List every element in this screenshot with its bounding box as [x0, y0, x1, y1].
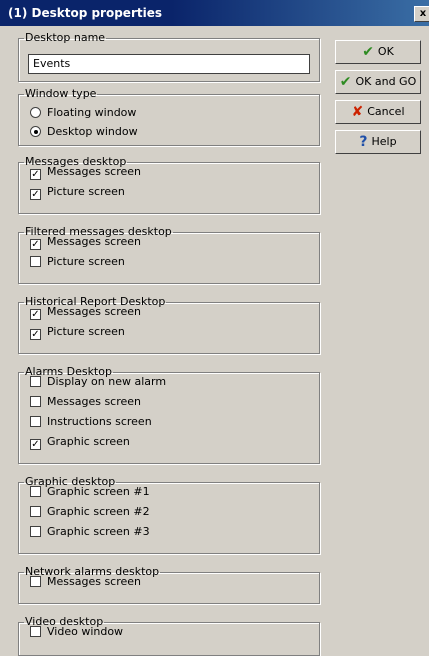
checkbox-label: Graphic screen #2 — [47, 505, 150, 518]
checkbox-label: Graphic screen #1 — [47, 485, 150, 498]
checkbox-label: Messages screen — [47, 165, 142, 178]
x-icon: ✘ — [351, 104, 364, 120]
checkbox-checked[interactable]: ✓ — [30, 439, 41, 450]
radio-desktop[interactable] — [30, 126, 41, 137]
checkbox-label: Display on new alarm — [47, 375, 167, 388]
desktop-name-legend: Desktop name — [25, 31, 106, 44]
checkbox-checked[interactable]: ✓ — [30, 309, 41, 320]
radio-selected-dot — [33, 129, 38, 134]
radio-desktop-window[interactable]: Desktop window — [30, 124, 138, 140]
checkbox-option[interactable]: ✓ Messages screen — [30, 164, 141, 180]
checkbox-option[interactable]: ✓ Picture screen — [30, 324, 125, 340]
close-button[interactable]: x — [414, 6, 429, 22]
checkbox-checked[interactable]: ✓ — [30, 329, 41, 340]
window-title: (1) Desktop properties — [8, 6, 162, 20]
checkbox-option[interactable]: ✓ Messages screen — [30, 304, 141, 320]
ok-label: OK — [377, 45, 394, 58]
checkbox-label: Graphic screen #3 — [47, 525, 150, 538]
ok-button[interactable]: ✔ OK — [335, 40, 421, 64]
cancel-label: Cancel — [367, 105, 405, 118]
checkbox-checked[interactable]: ✓ — [30, 189, 41, 200]
checkbox-checked[interactable]: ✓ — [30, 239, 41, 250]
checkbox-option[interactable]: ✓ Picture screen — [30, 184, 125, 200]
checkbox-option[interactable]: Picture screen — [30, 254, 125, 270]
radio-floating[interactable] — [30, 107, 41, 118]
checkbox-option[interactable]: Messages screen — [30, 574, 141, 590]
checkbox-label: Picture screen — [47, 325, 125, 338]
ok-and-go-button[interactable]: ✔ OK and GO — [335, 70, 421, 94]
checkbox-option[interactable]: Instructions screen — [30, 414, 152, 430]
checkbox-label: Messages screen — [47, 235, 142, 248]
checkbox-label: Messages screen — [47, 305, 142, 318]
radio-floating-window[interactable]: Floating window — [30, 105, 136, 121]
checkbox-unchecked[interactable] — [30, 256, 41, 267]
question-icon: ? — [359, 134, 368, 150]
checkbox-option[interactable]: ✓ Graphic screen — [30, 434, 130, 450]
checkbox-label: Picture screen — [47, 255, 125, 268]
checkbox-unchecked[interactable] — [30, 526, 41, 537]
checkbox-option[interactable]: Video window — [30, 624, 123, 640]
checkbox-checked[interactable]: ✓ — [30, 169, 41, 180]
checkbox-unchecked[interactable] — [30, 416, 41, 427]
checkbox-label: Picture screen — [47, 185, 125, 198]
checkbox-unchecked[interactable] — [30, 486, 41, 497]
checkbox-label: Video window — [47, 625, 124, 638]
checkbox-option[interactable]: ✓ Messages screen — [30, 234, 141, 250]
checkbox-unchecked[interactable] — [30, 576, 41, 587]
cancel-button[interactable]: ✘ Cancel — [335, 100, 421, 124]
check-icon: ✔ — [339, 74, 352, 90]
checkbox-option[interactable]: Graphic screen #1 — [30, 484, 150, 500]
checkbox-label: Messages screen — [47, 575, 142, 588]
help-button[interactable]: ? Help — [335, 130, 421, 154]
checkbox-unchecked[interactable] — [30, 396, 41, 407]
desktop-name-input[interactable]: Events — [28, 54, 310, 74]
radio-label: Desktop window — [47, 125, 138, 138]
title-bar: (1) Desktop properties x — [0, 0, 429, 26]
window-type-legend: Window type — [25, 87, 97, 100]
ok-and-go-label: OK and GO — [355, 75, 417, 88]
checkbox-label: Graphic screen — [47, 435, 130, 448]
checkbox-option[interactable]: Graphic screen #2 — [30, 504, 150, 520]
checkbox-option[interactable]: Display on new alarm — [30, 374, 166, 390]
checkbox-label: Instructions screen — [47, 415, 152, 428]
radio-label: Floating window — [47, 106, 137, 119]
checkbox-unchecked[interactable] — [30, 376, 41, 387]
checkbox-unchecked[interactable] — [30, 506, 41, 517]
check-icon: ✔ — [362, 44, 374, 60]
checkbox-option[interactable]: Messages screen — [30, 394, 141, 410]
checkbox-unchecked[interactable] — [30, 626, 41, 637]
help-label: Help — [371, 135, 397, 148]
checkbox-option[interactable]: Graphic screen #3 — [30, 524, 150, 540]
checkbox-label: Messages screen — [47, 395, 142, 408]
